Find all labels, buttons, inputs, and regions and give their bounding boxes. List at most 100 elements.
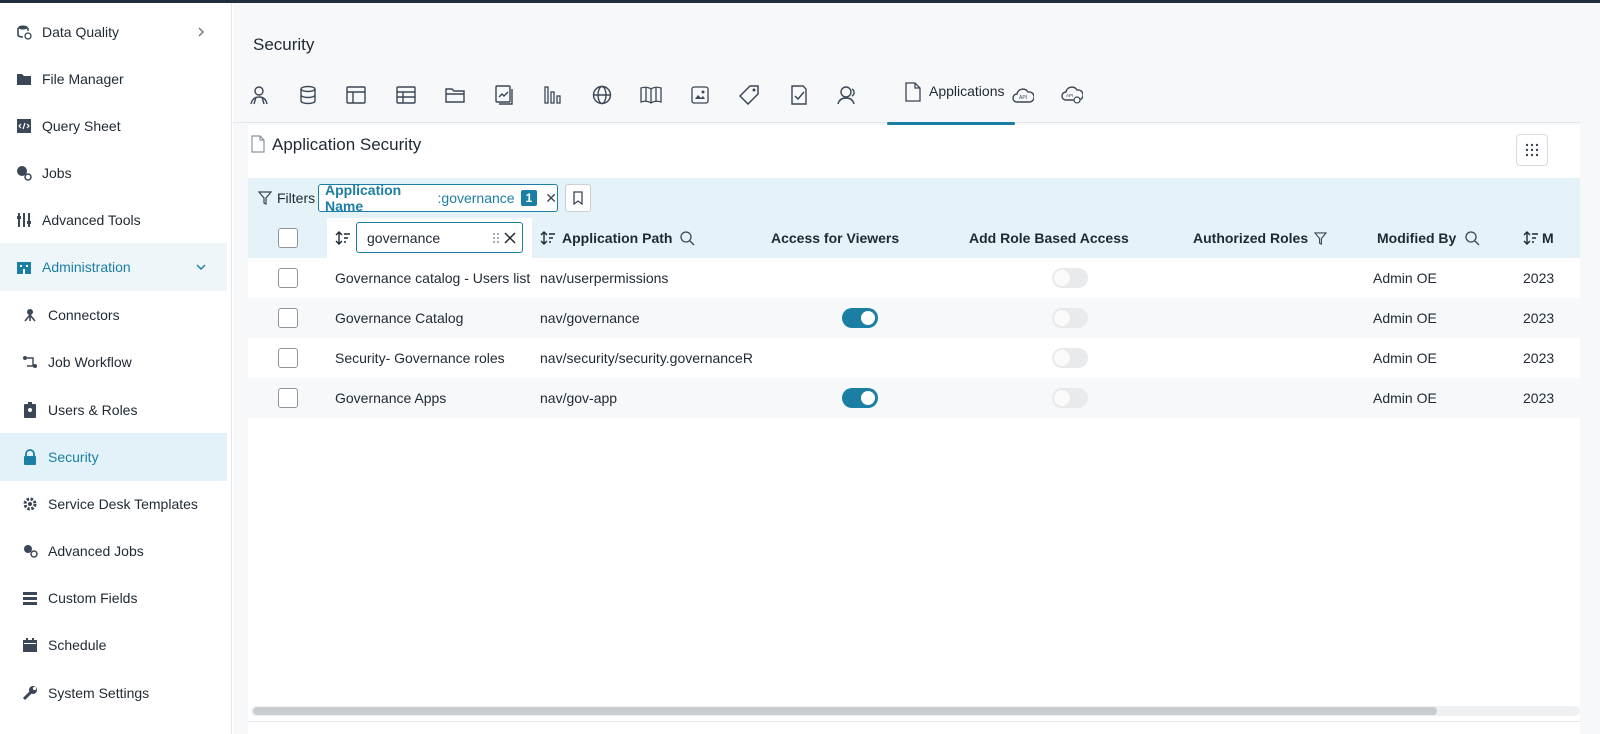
document-icon [251, 135, 265, 153]
select-all-checkbox[interactable] [278, 228, 298, 248]
tab-applications[interactable]: Applications [887, 79, 1015, 125]
tab-image-icon[interactable] [688, 83, 712, 107]
code-sheet-icon [15, 117, 33, 135]
search-icon[interactable] [1465, 230, 1480, 246]
fields-icon [21, 589, 39, 607]
table-row[interactable]: Governance Apps nav/gov-app Admin OE 202… [248, 378, 1580, 418]
bookmark-icon [573, 191, 583, 205]
role-based-access-toggle[interactable] [1052, 308, 1088, 328]
sidebar-item-system-settings[interactable]: System Settings [0, 669, 227, 717]
tab-folder-icon[interactable] [443, 83, 467, 107]
role-based-access-toggle[interactable] [1052, 388, 1088, 408]
tab-cloud-api-icon[interactable]: API [1011, 83, 1035, 107]
table-header: governance Application Path Access for V… [248, 218, 1580, 258]
role-based-access-toggle[interactable] [1052, 268, 1088, 288]
tab-tag-icon[interactable] [737, 83, 761, 107]
sort-icon[interactable] [335, 230, 351, 246]
workflow-icon [21, 353, 39, 371]
header-label: Modified By [1377, 230, 1457, 246]
table-row[interactable]: Governance catalog - Users list nav/user… [248, 258, 1580, 298]
sort-icon[interactable] [540, 230, 556, 246]
cell-application-name: Governance catalog - Users list [335, 270, 531, 286]
access-for-viewers-toggle[interactable] [842, 308, 878, 328]
sidebar-item-service-desk-templates[interactable]: Service Desk Templates [0, 480, 227, 528]
filter-chip-key: Application Name [325, 182, 402, 214]
folder-icon [15, 70, 33, 88]
sidebar-item-label: Schedule [48, 637, 107, 653]
tab-report-icon[interactable] [492, 83, 516, 107]
grid-dots-icon [1525, 143, 1539, 157]
header-modified-date[interactable]: M [1523, 230, 1580, 246]
tab-book-icon[interactable] [639, 83, 663, 107]
table-row[interactable]: Governance Catalog nav/governance Admin … [248, 298, 1580, 338]
sidebar-item-label: File Manager [42, 71, 124, 87]
role-based-access-toggle[interactable] [1052, 348, 1088, 368]
header-application-path[interactable]: Application Path [540, 230, 695, 246]
filter-chip-value: governance [441, 190, 515, 206]
tab-chart-icon[interactable] [541, 83, 565, 107]
sidebar-item-label: Advanced Tools [42, 212, 141, 228]
sidebar-item-security[interactable]: Security [0, 433, 227, 481]
sidebar-item-file-manager[interactable]: File Manager [0, 55, 227, 103]
sidebar-item-connectors[interactable]: Connectors [0, 291, 227, 339]
cell-modified-date: 2023 [1523, 350, 1555, 366]
row-checkbox[interactable] [278, 388, 298, 408]
cell-application-path: nav/governance [540, 310, 640, 326]
header-label: M [1542, 230, 1554, 246]
tab-users-icon[interactable] [247, 83, 271, 107]
row-checkbox[interactable] [278, 348, 298, 368]
sidebar-item-jobs[interactable]: Jobs [0, 149, 227, 197]
sidebar-item-schedule[interactable]: Schedule [0, 621, 227, 669]
sidebar-item-advanced-jobs[interactable]: Advanced Jobs [0, 527, 227, 575]
tab-api-settings-icon[interactable]: API [1060, 83, 1084, 107]
cell-application-name: Governance Apps [335, 390, 447, 406]
access-for-viewers-toggle[interactable] [842, 388, 878, 408]
scrollbar-thumb[interactable] [253, 707, 1437, 715]
save-filter-button[interactable] [565, 184, 591, 212]
panel-bottom-divider [248, 721, 1580, 722]
sidebar-item-query-sheet[interactable]: Query Sheet [0, 102, 227, 150]
sidebar-item-administration[interactable]: Administration [0, 243, 227, 291]
row-checkbox[interactable] [278, 268, 298, 288]
filter-icon[interactable] [1314, 231, 1328, 245]
header-authorized-roles[interactable]: Authorized Roles [1193, 230, 1328, 246]
tab-database-icon[interactable] [296, 83, 320, 107]
search-icon[interactable] [680, 230, 695, 246]
clear-icon[interactable] [504, 232, 516, 244]
header-add-role-based-access: Add Role Based Access [969, 230, 1129, 246]
name-filter-input[interactable]: governance [356, 222, 523, 253]
sort-icon[interactable] [1523, 230, 1539, 246]
filter-chip-application-name[interactable]: Application Name: governance 1 ✕ [318, 182, 558, 214]
column-settings-button[interactable] [1516, 134, 1548, 166]
sidebar-item-custom-fields[interactable]: Custom Fields [0, 574, 227, 622]
name-filter-value: governance [367, 229, 441, 246]
tab-globe-icon[interactable] [590, 83, 614, 107]
table-row[interactable]: Security- Governance roles nav/security/… [248, 338, 1580, 378]
row-checkbox[interactable] [278, 308, 298, 328]
tab-view-icon[interactable] [394, 83, 418, 107]
cell-modified-by: Admin OE [1373, 310, 1437, 326]
horizontal-scrollbar[interactable] [251, 706, 1580, 716]
cell-application-name: Governance Catalog [335, 310, 464, 326]
name-column-header: governance [327, 218, 532, 258]
sidebar-item-label: Service Desk Templates [48, 496, 198, 512]
advanced-jobs-icon [21, 542, 39, 560]
cell-application-name: Security- Governance roles [335, 350, 505, 366]
filters-toggle[interactable]: Filters [258, 190, 315, 206]
close-icon[interactable]: ✕ [545, 190, 557, 207]
sidebar-item-job-workflow[interactable]: Job Workflow [0, 338, 227, 386]
sidebar-item-label: Data Quality [42, 24, 120, 40]
tab-check-sheet-icon[interactable] [787, 83, 811, 107]
sidebar-item-advanced-tools[interactable]: Advanced Tools [0, 196, 227, 244]
tab-table-icon[interactable] [344, 83, 368, 107]
sidebar-item-data-quality[interactable]: Data Quality [0, 8, 227, 56]
cell-application-path: nav/security/security.governanceR [540, 350, 752, 366]
drag-handle-icon[interactable] [492, 232, 500, 244]
jobs-icon [15, 164, 33, 182]
sidebar-item-label: Jobs [42, 165, 72, 181]
sidebar-item-users-roles[interactable]: Users & Roles [0, 386, 227, 434]
sidebar: Data Quality File Manager Query Sheet Jo… [0, 3, 232, 734]
header-modified-by[interactable]: Modified By [1377, 230, 1480, 246]
tab-user-icon[interactable] [836, 83, 860, 107]
badge-icon [21, 401, 39, 419]
